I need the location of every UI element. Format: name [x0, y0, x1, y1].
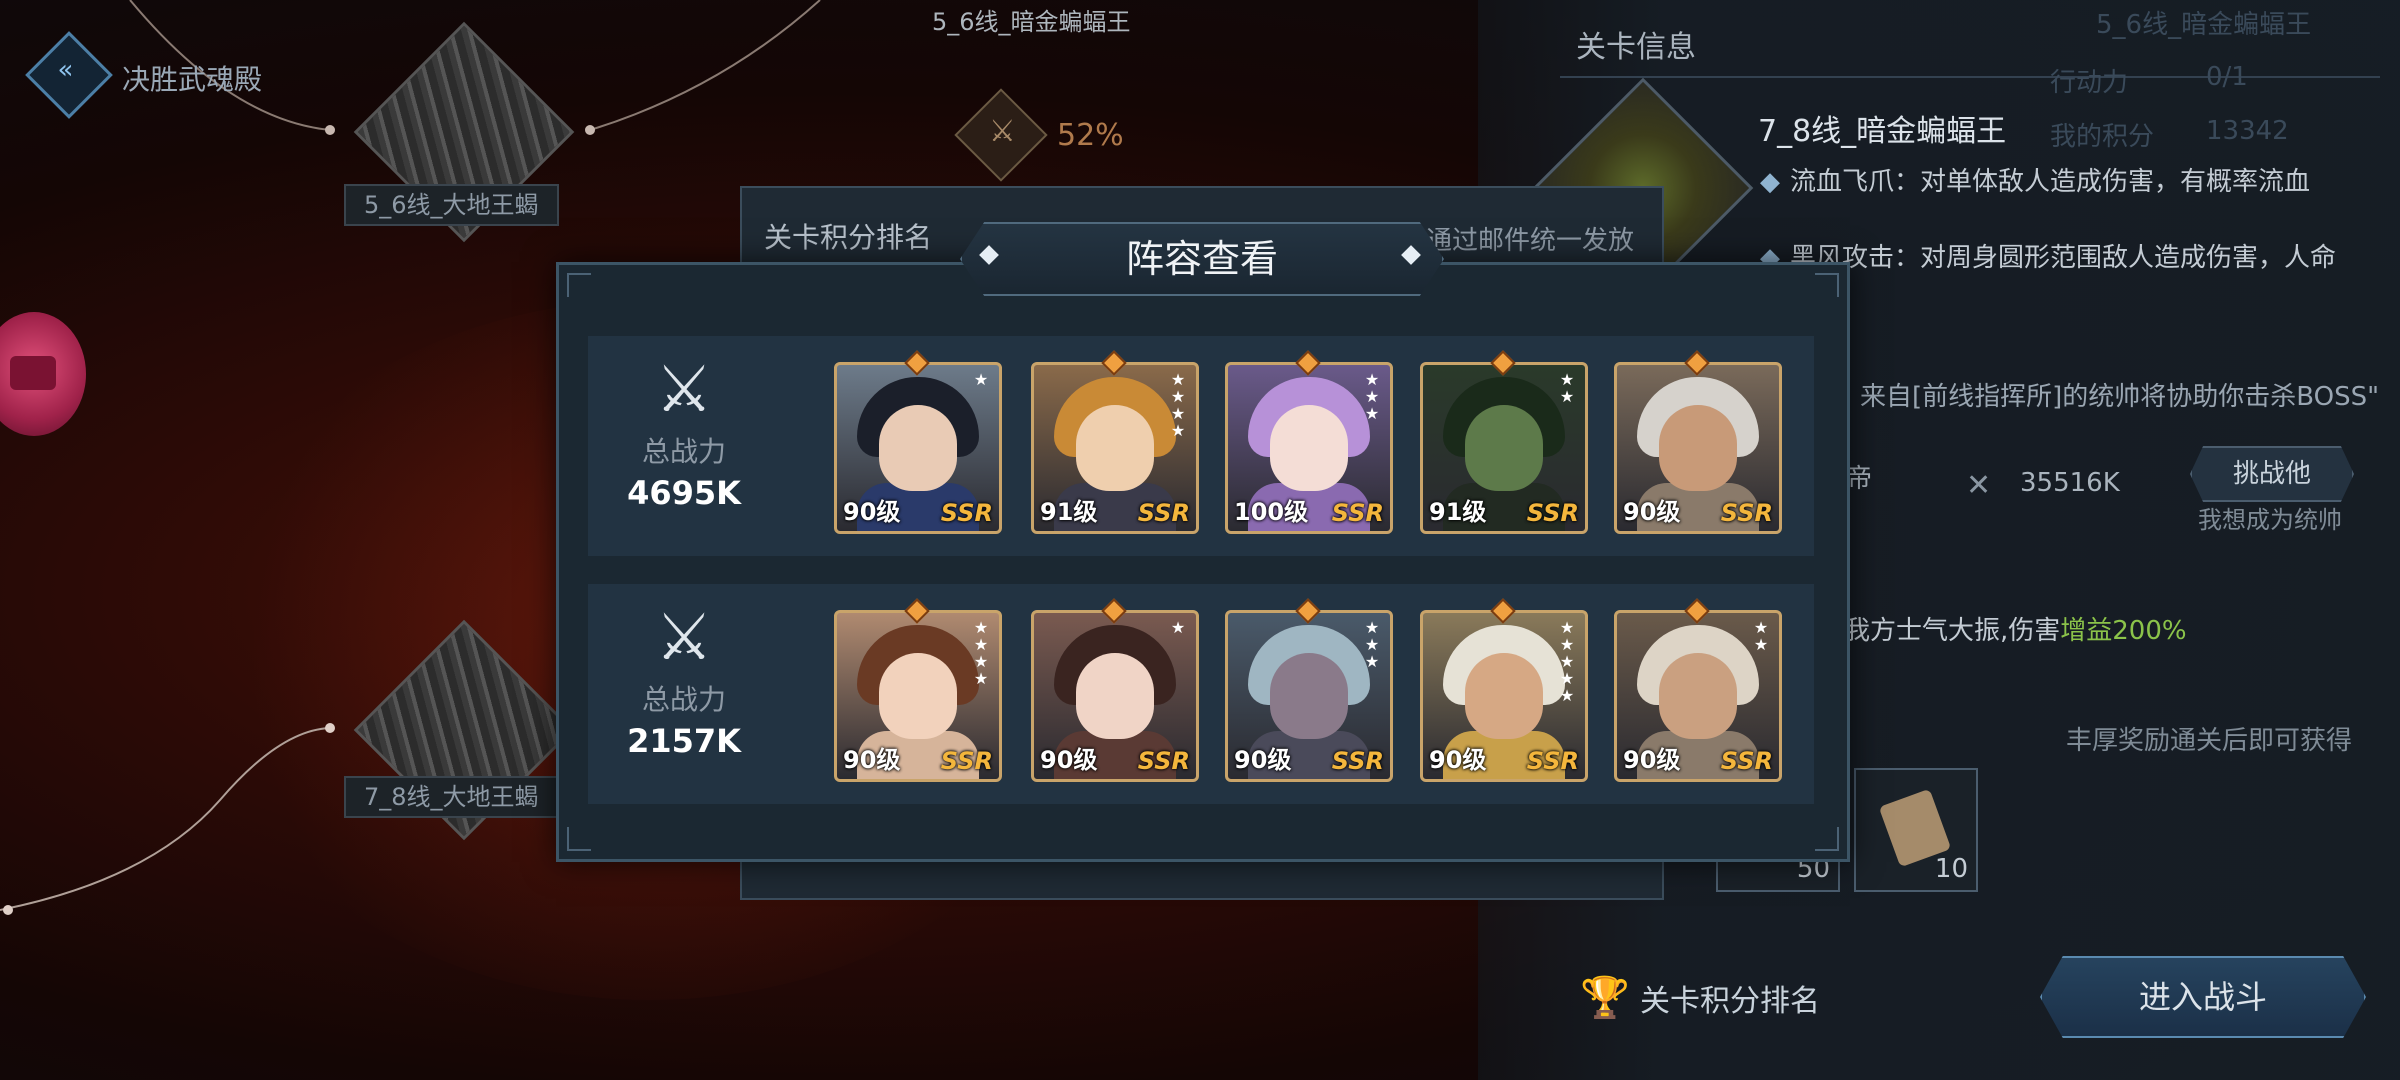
faded-row1-value: 0/1: [2206, 62, 2248, 92]
power-label: 总战力: [641, 435, 726, 468]
hero-portrait: [1270, 405, 1348, 491]
stage-node-1-label: 5_6线_大地王蝎: [344, 184, 559, 226]
hero-card[interactable]: ★ ★ ★ 100级 SSR: [1225, 362, 1393, 534]
corner-ornament: [567, 273, 591, 297]
hero-portrait: [1659, 405, 1737, 491]
rarity-badge: SSR: [1331, 499, 1384, 527]
rarity-badge: SSR: [1137, 747, 1190, 775]
hero-portrait: [1076, 405, 1154, 491]
rarity-badge: SSR: [940, 499, 993, 527]
star-rating: ★ ★ ★ ★: [1170, 370, 1186, 440]
hero-level: 100级: [1234, 498, 1309, 526]
rank-link[interactable]: 关卡积分排名: [1640, 976, 1820, 1020]
corner-ornament: [567, 827, 591, 851]
hero-card[interactable]: ★ ★ ★ ★ ★ 90级 SSR: [1420, 610, 1588, 782]
stage-info-title: 关卡信息: [1576, 30, 1696, 65]
star-rating: ★ ★: [1559, 370, 1575, 406]
node-top-label[interactable]: 5_6线_暗金蝙蝠王: [932, 2, 1131, 37]
reward-text: 丰厚奖励通关后即可获得: [2066, 726, 2353, 756]
hero-card[interactable]: ★ ★ 90级 SSR: [1614, 610, 1782, 782]
star-rating: ★ ★ ★: [1364, 618, 1380, 671]
power-label: 总战力: [641, 683, 726, 716]
help-text: 来自[前线指挥所]的统帅将协助你击杀BOSS": [1860, 382, 2380, 412]
progress-percent: 52%: [1057, 118, 1124, 153]
rarity-badge: SSR: [1526, 747, 1579, 775]
faded-row1-label: 行动力: [2050, 68, 2129, 98]
rarity-badge: SSR: [1720, 499, 1773, 527]
hero-portrait: [879, 653, 957, 739]
hero-level: 90级: [843, 746, 901, 774]
faded-stage-title: 5_6线_暗金蝙蝠王: [2096, 10, 2312, 40]
hero-portrait: [879, 405, 957, 491]
trophy-icon: 🏆: [1580, 975, 1630, 1021]
divider: [1560, 76, 2380, 78]
team-power-1: ⚔ 总战力 4695K: [584, 350, 784, 512]
crossed-swords-icon: ⚔: [655, 601, 713, 675]
hero-portrait: [1076, 653, 1154, 739]
hero-card[interactable]: ★ ★ 91级 SSR: [1420, 362, 1588, 534]
enter-battle-button[interactable]: 进入战斗: [2040, 956, 2366, 1038]
stage-node-2-label: 7_8线_大地王蝎: [344, 776, 559, 818]
faded-row2-label: 我的积分: [2050, 122, 2155, 152]
star-rating: ★: [973, 370, 989, 389]
hero-level: 91级: [1040, 498, 1098, 526]
morale-text: 我方士气大振,伤害增益200%: [1844, 616, 2187, 646]
rarity-badge: SSR: [1720, 747, 1773, 775]
rarity-badge: SSR: [1331, 747, 1384, 775]
hero-level: 90级: [1623, 746, 1681, 774]
star-rating: ★ ★ ★ ★: [973, 618, 989, 688]
hero-level: 90级: [1040, 746, 1098, 774]
want-text: 我想成为统帅: [2198, 506, 2342, 534]
hero-portrait: [1465, 653, 1543, 739]
rarity-badge: SSR: [1137, 499, 1190, 527]
challenge-button[interactable]: 挑战他: [2190, 446, 2354, 502]
hero-card[interactable]: ★ 90级 SSR: [834, 362, 1002, 534]
reward-item[interactable]: 10: [1854, 768, 1978, 892]
boss-name: 7_8线_暗金蝙蝠王: [1758, 114, 2007, 149]
star-rating: ★ ★: [1753, 618, 1769, 654]
power-value: 2157K: [627, 722, 741, 760]
rank-panel-title: 关卡积分排名: [764, 221, 933, 254]
star-rating: ★ ★ ★ ★ ★: [1559, 618, 1575, 705]
hero-portrait: [1659, 653, 1737, 739]
rank-panel-note: 通过邮件统一发放: [1426, 226, 1635, 256]
corner-ornament: [1815, 273, 1839, 297]
faded-row2-value: 13342: [2206, 116, 2289, 146]
power-value: 4695K: [627, 474, 741, 512]
modal-header: 阵容查看: [960, 222, 1444, 296]
hero-card[interactable]: ★ ★ ★ 90级 SSR: [1225, 610, 1393, 782]
corner-ornament: [1815, 827, 1839, 851]
rarity-badge: SSR: [940, 747, 993, 775]
ally-power: 35516K: [2020, 468, 2120, 498]
power-icon: ✕: [1966, 468, 1992, 503]
rarity-badge: SSR: [1526, 499, 1579, 527]
hero-card[interactable]: ★ 90级 SSR: [1031, 610, 1199, 782]
modal-title: 阵容查看: [1125, 237, 1278, 281]
hero-card[interactable]: ★ ★ ★ ★ 91级 SSR: [1031, 362, 1199, 534]
bullet-icon: ◆: [1760, 167, 1780, 197]
hero-level: 90级: [843, 498, 901, 526]
hero-level: 91级: [1429, 498, 1487, 526]
hero-card[interactable]: 90级 SSR: [1614, 362, 1782, 534]
hero-card[interactable]: ★ ★ ★ ★ 90级 SSR: [834, 610, 1002, 782]
chevron-left-icon: «: [57, 55, 74, 86]
back-label: 决胜武魂殿: [122, 63, 263, 96]
team-power-2: ⚔ 总战力 2157K: [584, 598, 784, 760]
hero-level: 90级: [1234, 746, 1292, 774]
hero-level: 90级: [1623, 498, 1681, 526]
star-rating: ★ ★ ★: [1364, 370, 1380, 423]
skill-1: ◆ 流血飞爪：对单体敌人造成伤害，有概率流血: [1760, 167, 2311, 197]
crossed-swords-icon: ⚔: [655, 353, 713, 427]
hero-level: 90级: [1429, 746, 1487, 774]
hero-portrait: [1270, 653, 1348, 739]
star-rating: ★: [1170, 618, 1186, 637]
hero-portrait: [1465, 405, 1543, 491]
